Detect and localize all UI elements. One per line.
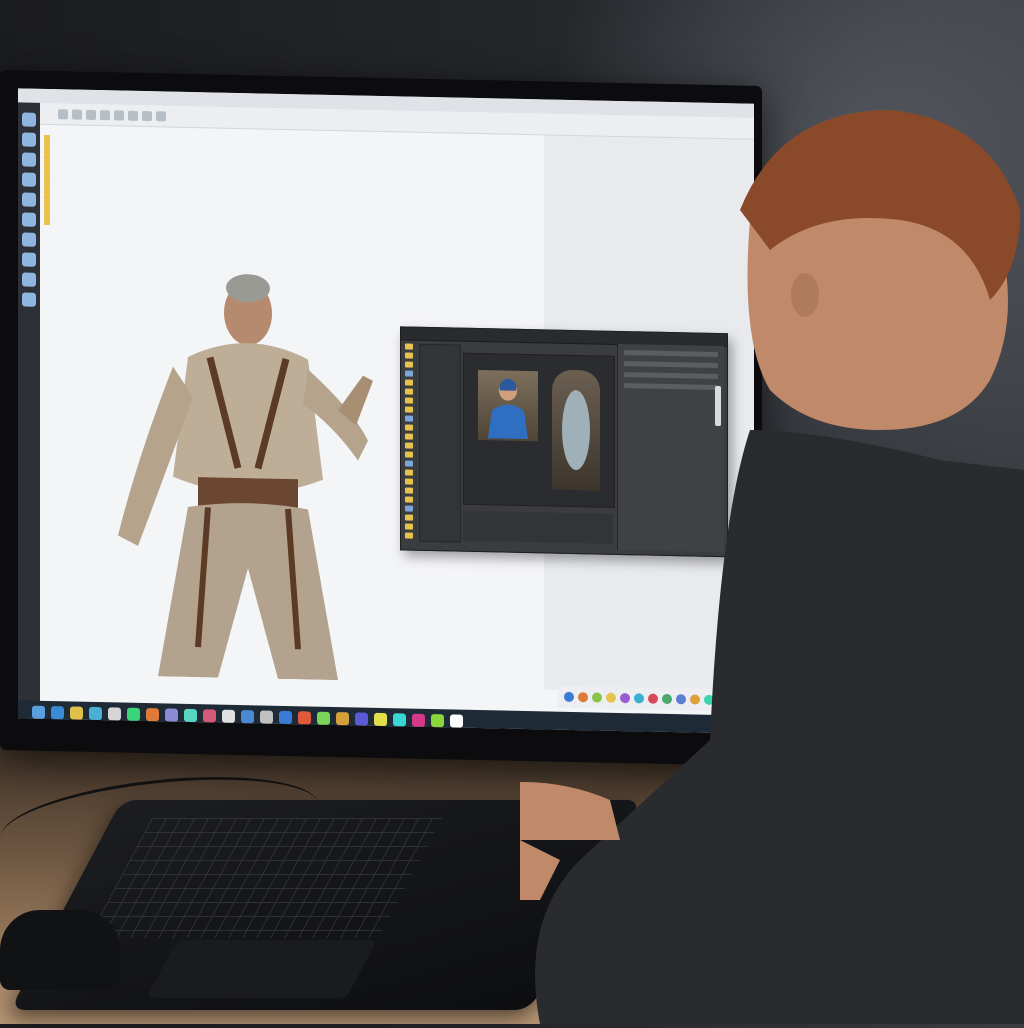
toolbar-button[interactable] [142, 110, 152, 121]
app-icon[interactable] [355, 711, 368, 726]
tool-icon[interactable] [405, 397, 413, 404]
app-icon[interactable] [431, 713, 444, 727]
tool-icon[interactable] [405, 433, 413, 440]
app-icon[interactable] [22, 132, 36, 147]
keyboard-keys[interactable] [88, 818, 443, 938]
tool-icon[interactable] [405, 523, 413, 530]
character-legs [158, 503, 338, 681]
tool-icon[interactable] [405, 532, 413, 539]
app-icon[interactable] [22, 252, 36, 267]
tool-icon[interactable] [405, 379, 413, 386]
app-icon[interactable] [279, 710, 292, 724]
app-icon[interactable] [412, 713, 425, 727]
app-icon[interactable] [22, 272, 36, 287]
app-icon[interactable] [108, 706, 121, 721]
character-torso [173, 343, 323, 494]
app-icon[interactable] [298, 710, 311, 725]
app-icon[interactable] [22, 172, 36, 187]
tool-icon[interactable] [405, 388, 413, 395]
character-model [98, 205, 398, 681]
app-icon[interactable] [241, 709, 254, 723]
person-right-hand [460, 782, 620, 840]
app-icon[interactable] [317, 711, 330, 725]
app-icon[interactable] [203, 708, 216, 723]
tool-icon[interactable] [405, 478, 413, 485]
app-icon[interactable] [51, 705, 64, 719]
toolbar-button[interactable] [72, 109, 82, 120]
person-figure [320, 110, 1024, 1024]
tool-icon[interactable] [405, 460, 413, 467]
app-icon[interactable] [146, 707, 159, 721]
app-icon[interactable] [22, 152, 36, 167]
app-icon[interactable] [89, 706, 102, 720]
app-icon[interactable] [22, 192, 36, 207]
tool-icon[interactable] [405, 352, 413, 359]
app-icon[interactable] [336, 711, 349, 725]
tool-icon[interactable] [405, 487, 413, 494]
app-icon[interactable] [32, 705, 45, 719]
app-icon[interactable] [184, 708, 197, 722]
left-icon-bar [18, 102, 40, 703]
tool-icon[interactable] [405, 415, 413, 422]
app-icon[interactable] [127, 707, 140, 721]
app-icon[interactable] [450, 713, 463, 728]
toolbar-button[interactable] [86, 109, 96, 120]
tool-icon[interactable] [405, 424, 413, 431]
app-icon[interactable] [22, 212, 36, 227]
tool-icon[interactable] [405, 343, 413, 350]
app-icon[interactable] [374, 712, 387, 726]
tool-icon[interactable] [405, 505, 413, 512]
tool-icon[interactable] [405, 361, 413, 368]
toolbar-button[interactable] [100, 109, 110, 120]
app-icon[interactable] [70, 705, 83, 720]
app-icon[interactable] [22, 292, 36, 307]
tool-icon[interactable] [405, 442, 413, 449]
toolbar-button[interactable] [128, 110, 138, 121]
tool-icon[interactable] [405, 406, 413, 413]
keyboard-trackpad[interactable] [146, 940, 378, 998]
person [320, 100, 1024, 1024]
tool-icon[interactable] [405, 451, 413, 458]
tool-icon[interactable] [405, 514, 413, 521]
mouse[interactable] [0, 910, 120, 990]
person-shirt [535, 430, 1024, 1024]
folder-icon [44, 219, 50, 226]
app-icon[interactable] [222, 709, 235, 723]
tool-icon[interactable] [405, 496, 413, 503]
app-icon[interactable] [22, 112, 36, 127]
toolbar-button[interactable] [114, 109, 124, 121]
person-ear [791, 273, 819, 317]
app-icon[interactable] [165, 707, 178, 722]
toolbar-button[interactable] [156, 110, 166, 121]
character-model-image [118, 274, 373, 681]
app-icon[interactable] [22, 232, 36, 247]
app-icon[interactable] [393, 712, 406, 727]
toolbar-button[interactable] [58, 108, 68, 119]
tool-icon[interactable] [405, 469, 413, 476]
editor-layers-panel [419, 343, 461, 543]
editor-tool-column [405, 343, 417, 539]
tool-icon[interactable] [405, 370, 413, 377]
app-icon[interactable] [260, 709, 273, 724]
